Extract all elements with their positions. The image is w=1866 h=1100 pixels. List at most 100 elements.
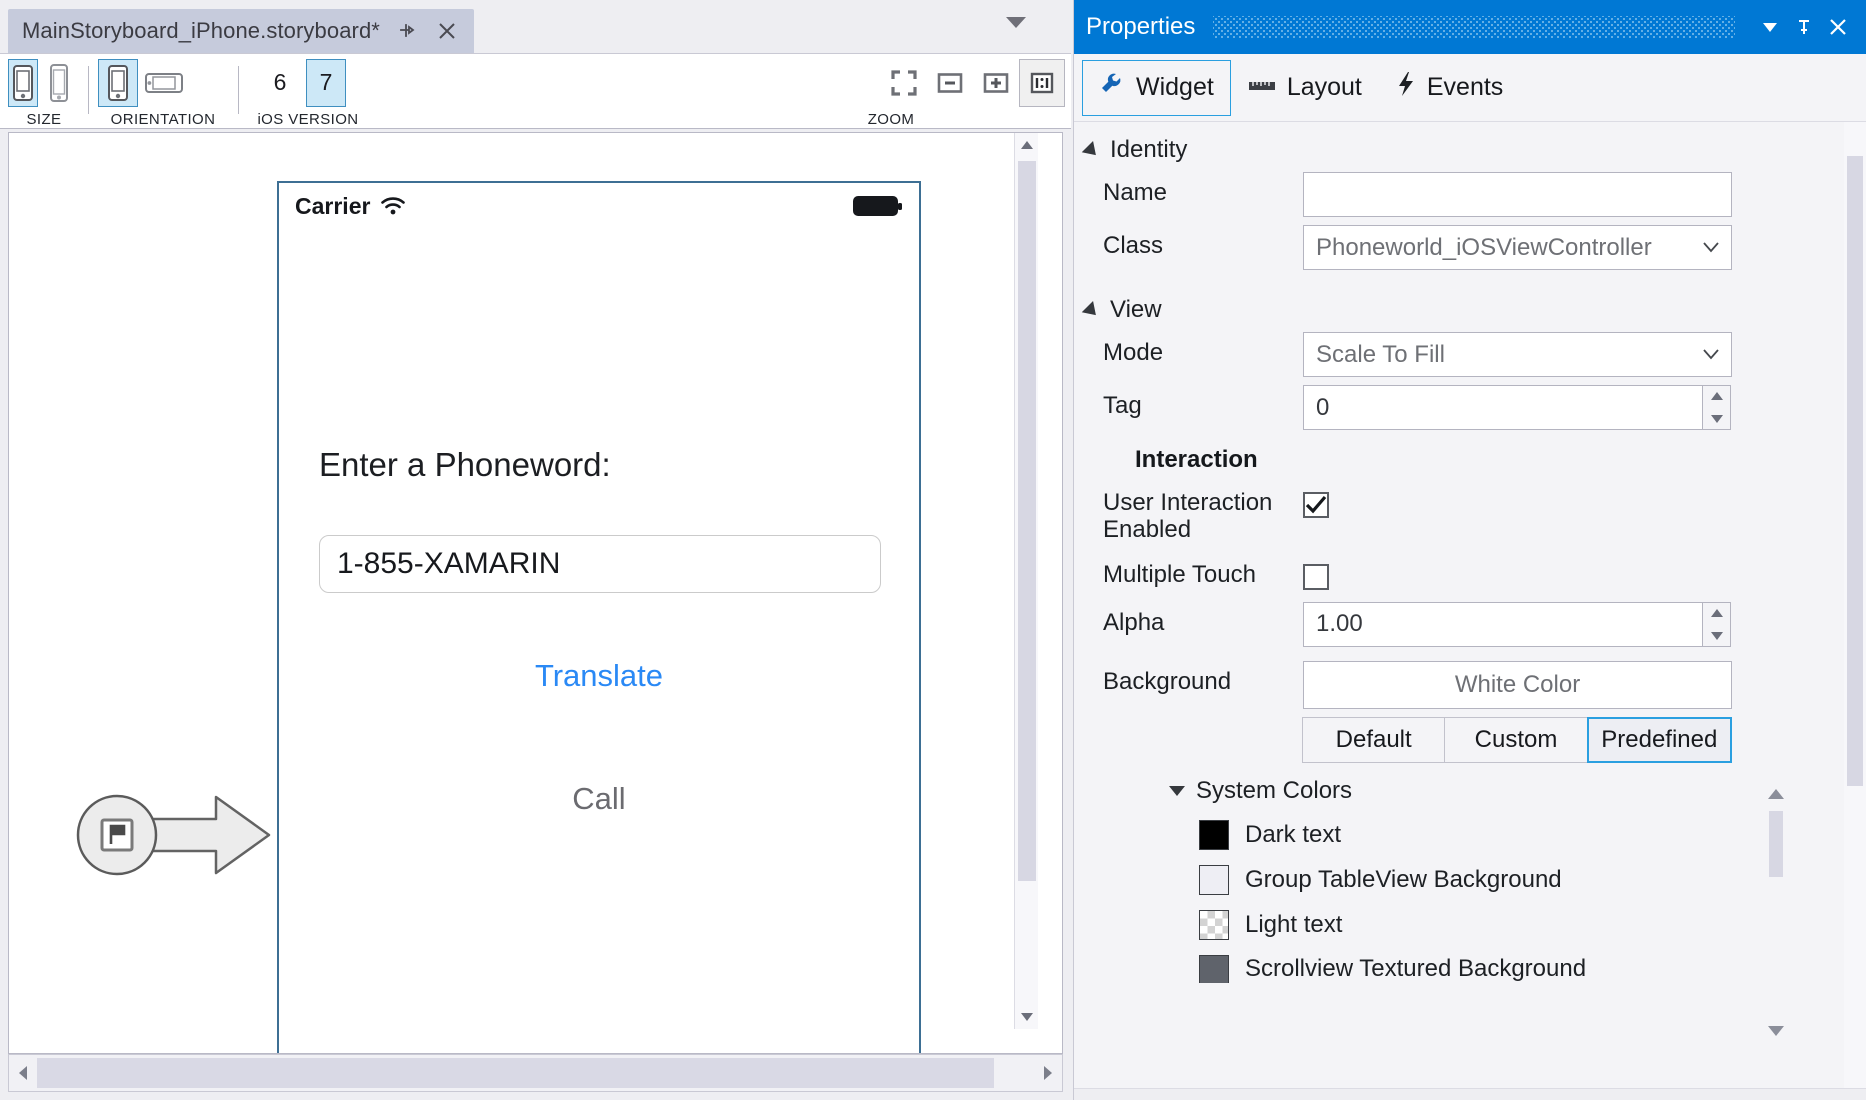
background-color-field[interactable]: White Color <box>1303 661 1732 709</box>
fit-to-window-button[interactable] <box>881 59 927 107</box>
orientation-landscape-button[interactable] <box>144 59 184 107</box>
ruler-icon <box>1248 73 1276 102</box>
stepper-down-icon[interactable] <box>1703 408 1730 430</box>
storyboard-entry-point[interactable] <box>71 775 276 895</box>
alpha-input[interactable]: 1.00 <box>1303 602 1703 647</box>
canvas-horizontal-scrollbar[interactable] <box>8 1054 1063 1092</box>
toolbar-label-orientation: ORIENTATION <box>98 111 228 128</box>
pin-icon[interactable] <box>1787 10 1821 44</box>
list-item[interactable]: Light text <box>1169 910 1769 940</box>
background-predefined-button[interactable]: Predefined <box>1587 717 1732 763</box>
view-controller-preview[interactable]: Carrier <box>277 181 921 1053</box>
system-colors-header[interactable]: System Colors <box>1169 777 1769 805</box>
stepper-down-icon[interactable] <box>1703 624 1730 646</box>
alpha-label: Alpha <box>1103 602 1303 637</box>
view-section-header[interactable]: View <box>1074 296 1866 324</box>
chevron-down-icon <box>1703 236 1719 259</box>
user-interaction-label: User Interaction Enabled <box>1103 482 1303 544</box>
close-icon[interactable] <box>1821 10 1855 44</box>
color-swatch <box>1199 955 1229 983</box>
pin-icon[interactable] <box>394 18 420 44</box>
system-colors-heading: System Colors <box>1196 777 1352 805</box>
tab-layout[interactable]: Layout <box>1231 60 1379 116</box>
color-label: Group TableView Background <box>1245 866 1562 894</box>
scroll-up-arrow-icon[interactable] <box>1767 787 1785 805</box>
row-class: Class Phoneworld_iOSViewController <box>1074 225 1866 270</box>
interaction-subheading: Interaction <box>1074 446 1866 474</box>
toolbar-label-ios-version: iOS VERSION <box>250 111 366 128</box>
tab-widget[interactable]: Widget <box>1082 60 1231 116</box>
properties-vertical-scrollbar[interactable] <box>1844 122 1866 1088</box>
size-phone-35-button[interactable] <box>8 59 38 107</box>
multiple-touch-checkbox[interactable] <box>1303 564 1329 590</box>
properties-content: Identity Name Class Phoneworld_iOSViewCo… <box>1074 122 1866 1088</box>
toolbar-label-size: SIZE <box>8 111 80 128</box>
storyboard-designer-pane: MainStoryboard_iPhone.storyboard* <box>0 0 1071 1100</box>
row-multiple-touch: Multiple Touch <box>1074 554 1866 590</box>
ios-version-7-button[interactable]: 7 <box>306 59 346 107</box>
carrier-label: Carrier <box>295 193 370 220</box>
ios-version-6-button[interactable]: 6 <box>260 59 300 107</box>
name-label: Name <box>1103 172 1303 207</box>
row-mode: Mode Scale To Fill <box>1074 332 1866 377</box>
toolbar-group-orientation: ORIENTATION <box>98 54 228 130</box>
translate-button[interactable]: Translate <box>279 658 919 694</box>
tab-events[interactable]: Events <box>1379 60 1520 116</box>
properties-panel: Properties <box>1073 0 1866 1100</box>
row-user-interaction: User Interaction Enabled <box>1074 482 1866 544</box>
application-window: MainStoryboard_iPhone.storyboard* <box>0 0 1866 1100</box>
identity-section-header[interactable]: Identity <box>1074 136 1866 164</box>
toolbar-label-zoom: ZOOM <box>775 111 1065 128</box>
hscroll-thumb[interactable] <box>37 1058 994 1088</box>
system-colors-scrollbar[interactable] <box>1765 787 1787 1042</box>
row-tag: Tag 0 <box>1074 385 1866 430</box>
background-label: Background <box>1103 661 1303 696</box>
toolbar-separator-1 <box>88 66 89 114</box>
call-button[interactable]: Call <box>279 781 919 817</box>
class-combobox[interactable]: Phoneworld_iOSViewController <box>1303 225 1732 270</box>
document-tab[interactable]: MainStoryboard_iPhone.storyboard* <box>8 9 474 53</box>
list-item[interactable]: Scrollview Textured Background <box>1169 955 1769 983</box>
stepper-up-icon[interactable] <box>1703 603 1730 625</box>
toolbar-group-zoom: ZOOM <box>775 54 1065 130</box>
background-custom-button[interactable]: Custom <box>1444 717 1587 763</box>
zoom-out-button[interactable] <box>927 59 973 107</box>
color-label: Dark text <box>1245 821 1341 849</box>
orientation-portrait-button[interactable] <box>98 59 138 107</box>
tag-input[interactable]: 0 <box>1303 385 1703 430</box>
toolbar-separator-2 <box>238 66 239 114</box>
chevron-down-icon[interactable] <box>1753 10 1787 44</box>
background-source-segmented-control: Default Custom Predefined <box>1303 717 1732 763</box>
canvas-vscroll-thumb[interactable] <box>1018 161 1036 881</box>
canvas-vertical-scrollbar[interactable] <box>1014 133 1038 1029</box>
scroll-left-arrow-icon[interactable] <box>9 1055 37 1091</box>
scroll-up-arrow-icon[interactable] <box>1015 133 1038 157</box>
color-label: Scrollview Textured Background <box>1245 955 1586 983</box>
class-label: Class <box>1103 225 1303 260</box>
phoneword-label: Enter a Phoneword: <box>319 446 611 484</box>
list-item[interactable]: Dark text <box>1169 820 1769 850</box>
size-phone-4-button[interactable] <box>44 59 74 107</box>
list-item[interactable]: Group TableView Background <box>1169 865 1769 895</box>
chevron-down-icon[interactable] <box>1006 17 1026 28</box>
phoneword-text-field[interactable]: 1-855-XAMARIN <box>319 535 881 593</box>
background-default-button[interactable]: Default <box>1302 717 1445 763</box>
user-interaction-checkbox[interactable] <box>1303 492 1329 518</box>
properties-vscroll-thumb[interactable] <box>1847 156 1863 786</box>
hscroll-track[interactable] <box>37 1055 1034 1091</box>
color-label: Light text <box>1245 911 1342 939</box>
actual-size-button[interactable] <box>1019 59 1065 107</box>
stepper-up-icon[interactable] <box>1703 386 1730 408</box>
scroll-down-arrow-icon[interactable] <box>1015 1005 1038 1029</box>
scroll-right-arrow-icon[interactable] <box>1034 1055 1062 1091</box>
storyboard-canvas[interactable]: Carrier <box>9 133 1038 1053</box>
mode-combobox[interactable]: Scale To Fill <box>1303 332 1732 377</box>
zoom-in-button[interactable] <box>973 59 1019 107</box>
chevron-down-icon <box>1703 343 1719 366</box>
system-colors-scroll-thumb[interactable] <box>1769 811 1783 877</box>
close-icon[interactable] <box>434 18 460 44</box>
color-swatch <box>1199 910 1229 940</box>
scroll-down-arrow-icon[interactable] <box>1767 1024 1785 1042</box>
color-swatch <box>1199 865 1229 895</box>
name-input[interactable] <box>1303 172 1732 217</box>
